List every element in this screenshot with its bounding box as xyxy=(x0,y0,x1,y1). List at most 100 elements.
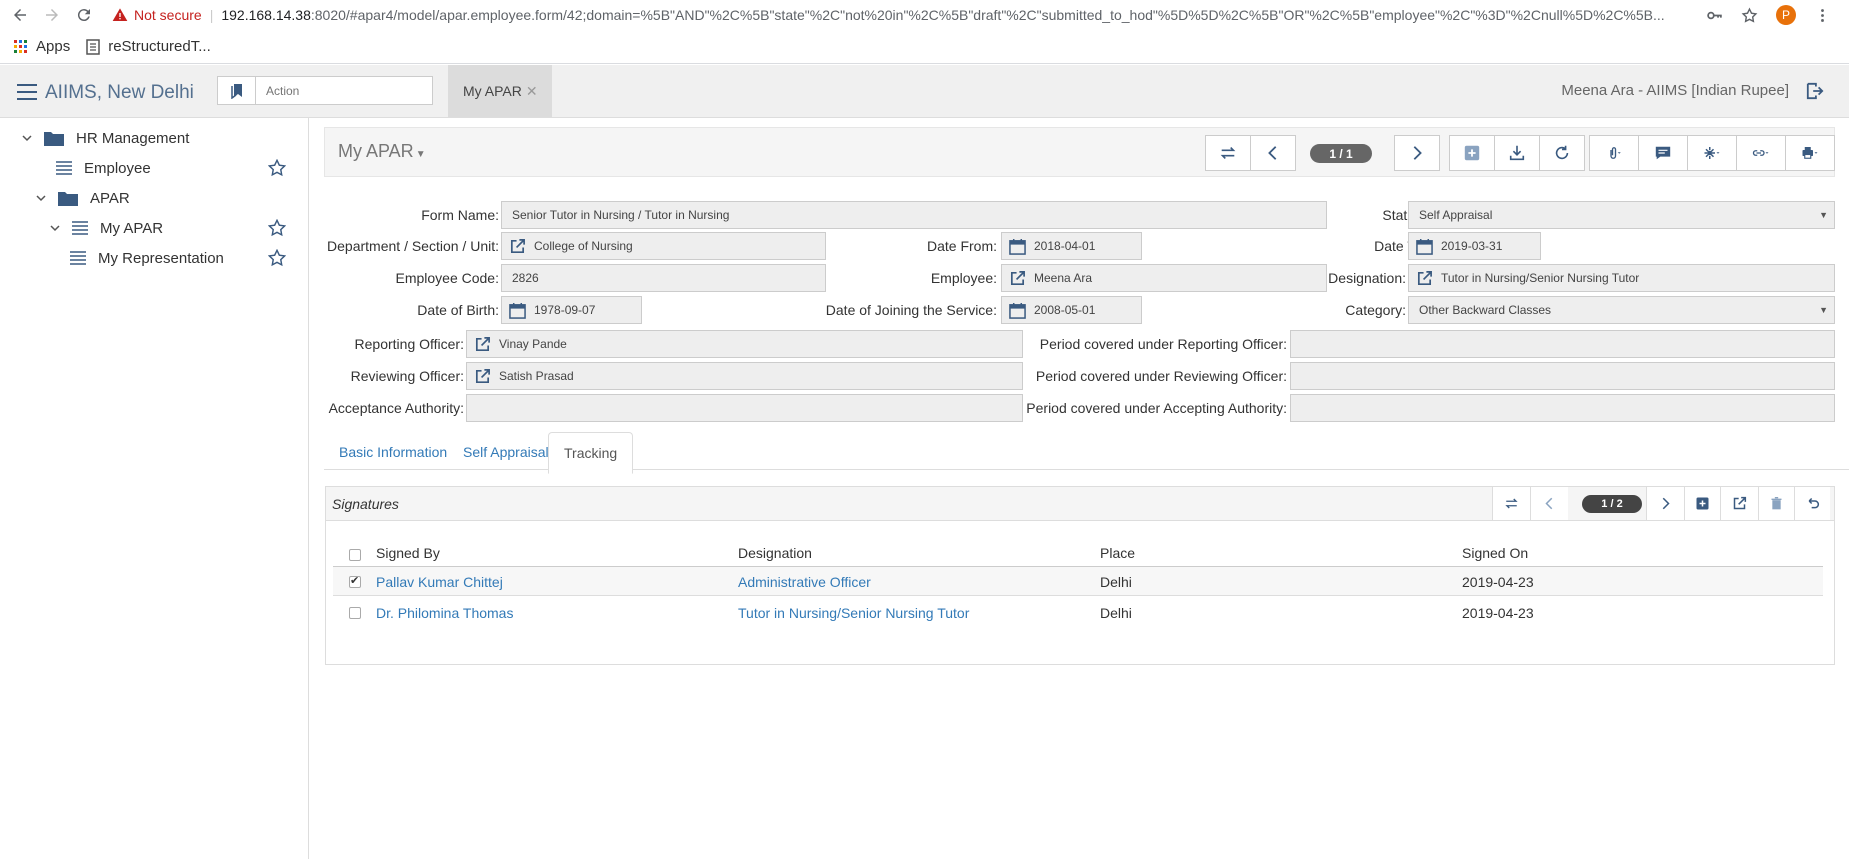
employee-code-label: Employee Code: xyxy=(395,270,499,286)
chevron-down-icon xyxy=(22,135,32,142)
attachment-button[interactable] xyxy=(1589,135,1639,171)
star-bookmark-icon[interactable] xyxy=(1741,6,1758,24)
row-checkbox[interactable] xyxy=(349,607,361,619)
comment-button[interactable] xyxy=(1638,135,1688,171)
form-name-field[interactable]: Senior Tutor in Nursing / Tutor in Nursi… xyxy=(501,201,1327,229)
bookmark-apps[interactable]: Apps xyxy=(14,38,70,55)
trash-icon xyxy=(1771,497,1782,510)
switch-view-button[interactable] xyxy=(1205,135,1251,171)
logout-icon[interactable] xyxy=(1806,82,1824,100)
column-header[interactable]: Signed By xyxy=(376,545,440,561)
column-header[interactable]: Signed On xyxy=(1462,545,1528,561)
employee-code-field[interactable]: 2826 xyxy=(501,264,826,292)
hamburger-menu-icon[interactable] xyxy=(17,84,37,100)
tab-basic-information[interactable]: Basic Information xyxy=(324,432,462,474)
action-input[interactable] xyxy=(256,77,432,104)
reload-button[interactable] xyxy=(1539,135,1585,171)
signed-by-link[interactable]: Dr. Philomina Thomas xyxy=(376,605,513,621)
close-icon[interactable]: ✕ xyxy=(526,83,538,100)
previous-button[interactable] xyxy=(1530,487,1568,520)
reload-icon[interactable] xyxy=(72,3,96,27)
new-record-button[interactable] xyxy=(1449,135,1495,171)
star-icon[interactable] xyxy=(268,219,286,237)
apps-grid-icon xyxy=(14,39,27,53)
doj-field[interactable]: 2008-05-01 xyxy=(1001,296,1142,324)
save-button[interactable] xyxy=(1494,135,1540,171)
column-header[interactable]: Designation xyxy=(738,545,812,561)
open-link-icon[interactable] xyxy=(1416,270,1433,287)
add-button[interactable] xyxy=(1684,487,1720,520)
open-link-icon[interactable] xyxy=(474,336,491,353)
reviewing-officer-field[interactable]: Satish Prasad xyxy=(466,362,1023,390)
undo-button[interactable] xyxy=(1794,487,1830,520)
date-from-field[interactable]: 2018-04-01 xyxy=(1001,232,1142,260)
calendar-icon[interactable] xyxy=(1009,302,1026,319)
relate-button[interactable] xyxy=(1736,135,1786,171)
employee-field[interactable]: Meena Ara xyxy=(1001,264,1327,292)
star-icon[interactable] xyxy=(268,159,286,177)
star-icon[interactable] xyxy=(268,249,286,267)
period-reporting-field[interactable] xyxy=(1290,330,1835,358)
print-button[interactable] xyxy=(1785,135,1835,171)
sidebar-item-employee[interactable]: Employee xyxy=(56,156,151,180)
acceptance-authority-field[interactable] xyxy=(466,394,1023,422)
row-checkbox[interactable] xyxy=(349,574,361,588)
tab-tracking[interactable]: Tracking xyxy=(548,432,634,474)
caret-down-icon: ▼ xyxy=(1819,305,1828,315)
department-field[interactable]: College of Nursing xyxy=(501,232,826,260)
signed-on-cell: 2019-04-23 xyxy=(1462,574,1534,590)
bookmark-restructuredtext[interactable]: reStructuredT... xyxy=(86,38,211,55)
forward-icon[interactable] xyxy=(40,3,64,27)
table-row[interactable] xyxy=(333,567,1823,595)
signed-by-link[interactable]: Pallav Kumar Chittej xyxy=(376,574,503,590)
user-menu[interactable]: Meena Ara - AIIMS [Indian Rupee] xyxy=(1561,82,1789,99)
reporting-officer-field[interactable]: Vinay Pande xyxy=(466,330,1023,358)
open-link-icon[interactable] xyxy=(474,368,491,385)
action-button[interactable] xyxy=(1687,135,1737,171)
key-icon[interactable] xyxy=(1706,7,1723,24)
profile-avatar[interactable]: P xyxy=(1776,5,1796,25)
column-header[interactable]: Place xyxy=(1100,545,1135,561)
dob-field[interactable]: 1978-09-07 xyxy=(501,296,642,324)
sidebar-item-hr-management[interactable]: HR Management xyxy=(22,126,189,150)
period-accepting-field[interactable] xyxy=(1290,394,1835,422)
delete-button[interactable] xyxy=(1758,487,1794,520)
chevron-left-icon xyxy=(1545,497,1553,510)
sidebar-item-apar[interactable]: APAR xyxy=(36,186,130,210)
category-select[interactable]: Other Backward Classes ▼ xyxy=(1408,296,1835,324)
previous-button[interactable] xyxy=(1250,135,1296,171)
signatures-header: Signatures 1 / 2 xyxy=(326,487,1834,521)
menu-dots-icon[interactable] xyxy=(1814,7,1831,24)
next-button[interactable] xyxy=(1394,135,1440,171)
status-select[interactable]: Self Appraisal ▼ xyxy=(1408,201,1835,229)
tab-self-appraisal[interactable]: Self Appraisal xyxy=(448,432,564,474)
open-link-icon[interactable] xyxy=(1009,270,1026,287)
next-button[interactable] xyxy=(1646,487,1684,520)
address-bar[interactable]: Not secure | 192.168.14.38 :8020/#apar4/… xyxy=(112,7,1692,23)
not-secure-label: Not secure xyxy=(134,7,202,23)
tab-my-apar[interactable]: My APAR ✕ xyxy=(448,65,552,117)
date-to-field[interactable]: 2019-03-31 xyxy=(1408,232,1541,260)
signed-on-cell: 2019-04-23 xyxy=(1462,605,1534,621)
gear-icon xyxy=(1704,147,1720,159)
designation-link[interactable]: Tutor in Nursing/Senior Nursing Tutor xyxy=(738,605,969,621)
period-reviewing-field[interactable] xyxy=(1290,362,1835,390)
control-panel: My APAR ▼ 1 / 1 xyxy=(324,127,1835,177)
open-link-icon[interactable] xyxy=(509,238,526,255)
signatures-title: Signatures xyxy=(332,496,399,512)
company-brand[interactable]: AIIMS, New Delhi xyxy=(45,82,194,104)
designation-link[interactable]: Administrative Officer xyxy=(738,574,871,590)
reviewing-officer-label: Reviewing Officer: xyxy=(350,368,464,384)
sidebar-item-my-representation[interactable]: My Representation xyxy=(70,246,224,270)
bookmark-icon[interactable] xyxy=(218,77,256,104)
calendar-icon[interactable] xyxy=(1416,238,1433,255)
calendar-icon[interactable] xyxy=(509,302,526,319)
select-all-checkbox[interactable] xyxy=(349,549,361,561)
designation-field[interactable]: Tutor in Nursing/Senior Nursing Tutor xyxy=(1408,264,1835,292)
calendar-icon[interactable] xyxy=(1009,238,1026,255)
sidebar-item-my-apar[interactable]: My APAR xyxy=(50,216,163,240)
view-title[interactable]: My APAR ▼ xyxy=(338,141,426,162)
back-icon[interactable] xyxy=(8,3,32,27)
switch-view-button[interactable] xyxy=(1492,487,1530,520)
open-record-button[interactable] xyxy=(1720,487,1758,520)
